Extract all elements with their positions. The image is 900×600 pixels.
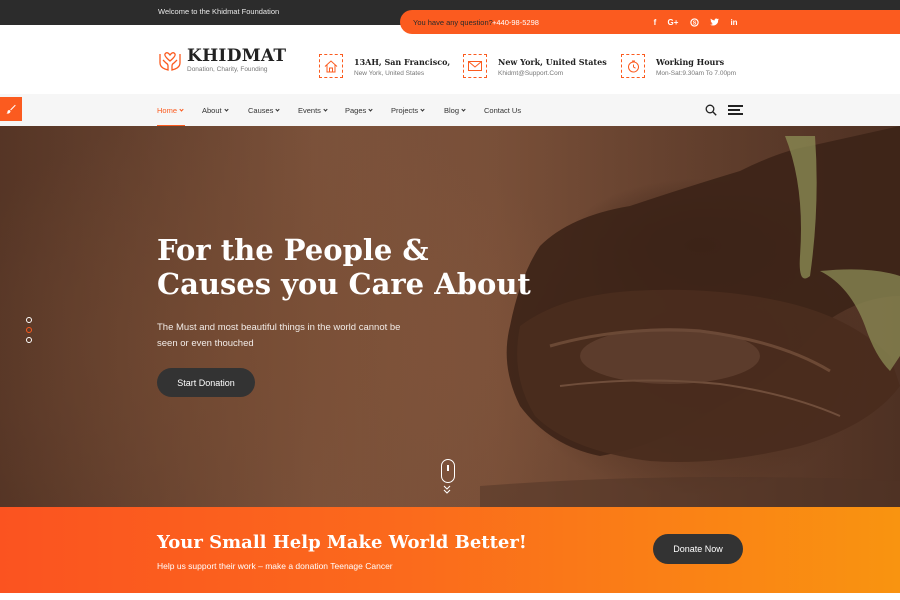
slider-dot[interactable]: [26, 337, 32, 343]
hero-title: For the People & Causes you Care About: [157, 233, 537, 301]
clock-icon: [621, 54, 645, 78]
chevron-down-icon: [368, 107, 373, 112]
cta-title: Your Small Help Make World Better!: [157, 532, 527, 553]
paint-brush-icon[interactable]: [0, 97, 22, 121]
chevron-down-icon: [461, 107, 466, 112]
twitter-icon[interactable]: [707, 15, 721, 29]
chevron-down-icon: [420, 107, 425, 112]
skype-icon[interactable]: S: [687, 15, 701, 29]
mail-icon: [463, 54, 487, 78]
slider-dot-active[interactable]: [26, 327, 32, 333]
nav-projects[interactable]: Projects: [391, 106, 425, 115]
hours-title: Working Hours: [656, 57, 725, 67]
chevron-down-icon: [179, 107, 184, 112]
location-title: New York, United States: [498, 57, 607, 67]
hands-water-image: [480, 126, 900, 507]
phone-link[interactable]: +440-98-5298: [492, 18, 539, 27]
slider-dot[interactable]: [26, 317, 32, 323]
chevron-down-icon: [223, 107, 229, 112]
facebook-icon[interactable]: f: [648, 15, 662, 29]
nav-about[interactable]: About: [202, 106, 229, 115]
scroll-down-chevrons-icon[interactable]: [443, 485, 451, 495]
nav-contact[interactable]: Contact Us: [484, 106, 521, 115]
chevron-down-icon: [323, 107, 328, 112]
question-label: You have any question?: [413, 18, 493, 27]
svg-text:S: S: [692, 20, 696, 26]
cta-banner: Your Small Help Make World Better! Help …: [0, 507, 900, 593]
hero-title-line-2: Causes you Care About: [157, 267, 531, 301]
hours-sub: Mon-Sat:9.30am To 7.00pm: [656, 70, 737, 77]
address-sub: New York, United States: [354, 70, 425, 77]
google-plus-icon[interactable]: G+: [666, 15, 680, 29]
hero-title-line-1: For the People &: [157, 233, 429, 267]
start-donation-button[interactable]: Start Donation: [157, 368, 255, 397]
site-header: KHIDMAT Donation, Charity, Founding 13AH…: [0, 34, 900, 94]
contact-pill: You have any question? +440-98-5298 f G+…: [400, 10, 900, 34]
donate-now-button[interactable]: Donate Now: [653, 534, 743, 564]
welcome-text: Welcome to the Khidmat Foundation: [158, 7, 280, 16]
chevron-down-icon: [275, 107, 281, 112]
cta-subtitle: Help us support their work – make a dona…: [157, 561, 393, 571]
nav-blog[interactable]: Blog: [444, 106, 466, 115]
hamburger-menu-icon[interactable]: [728, 105, 743, 115]
linkedin-icon[interactable]: in: [727, 15, 741, 29]
brand-tagline: Donation, Charity, Founding: [187, 66, 268, 73]
page-bottom-edge: [0, 593, 900, 600]
brand-name[interactable]: KHIDMAT: [187, 46, 286, 66]
address-title: 13AH, San Francisco,: [354, 57, 451, 67]
nav-pages[interactable]: Pages: [345, 106, 373, 115]
nav-home[interactable]: Home: [157, 106, 184, 115]
charity-hands-logo-icon[interactable]: [157, 46, 183, 72]
hero-slider: For the People & Causes you Care About T…: [0, 126, 900, 507]
nav-causes[interactable]: Causes: [248, 106, 281, 115]
slider-pagination: [26, 317, 32, 347]
main-nav: Home About Causes Events Pages Projects …: [0, 94, 900, 127]
support-email[interactable]: Khidmt@Support.Com: [498, 70, 563, 77]
home-icon: [319, 54, 343, 78]
scroll-mouse-icon[interactable]: [441, 459, 455, 483]
nav-events[interactable]: Events: [298, 106, 328, 115]
search-icon[interactable]: [705, 104, 717, 116]
hero-description: The Must and most beautiful things in th…: [157, 322, 401, 349]
